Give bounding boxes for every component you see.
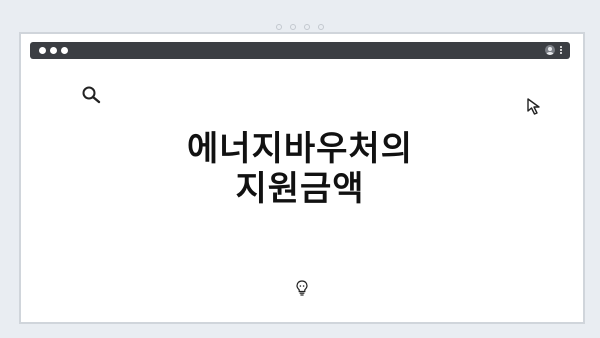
window-dot-close[interactable]	[39, 47, 46, 54]
pagination-dot	[318, 24, 324, 30]
window-controls	[39, 47, 68, 54]
page-title-line-2: 지원금액	[235, 169, 365, 209]
slide-stage: 에너지바우처의 지원금액	[0, 0, 600, 338]
lightbulb-icon	[296, 280, 308, 296]
page-title-line-1: 에너지바우처의	[187, 129, 413, 169]
titlebar-actions	[545, 45, 562, 55]
pagination-dots	[0, 24, 600, 30]
search-icon	[82, 86, 101, 104]
content-area: 에너지바우처의 지원금액	[30, 59, 570, 314]
cursor-icon	[527, 98, 540, 115]
window-dot-maximize[interactable]	[61, 47, 68, 54]
page-title: 에너지바우처의 지원금액	[30, 129, 570, 209]
pagination-dot	[276, 24, 282, 30]
pagination-dot	[290, 24, 296, 30]
browser-titlebar	[30, 42, 570, 59]
pagination-dot	[304, 24, 310, 30]
kebab-menu-icon[interactable]	[560, 46, 562, 54]
profile-icon[interactable]	[545, 45, 555, 55]
window-dot-minimize[interactable]	[50, 47, 57, 54]
